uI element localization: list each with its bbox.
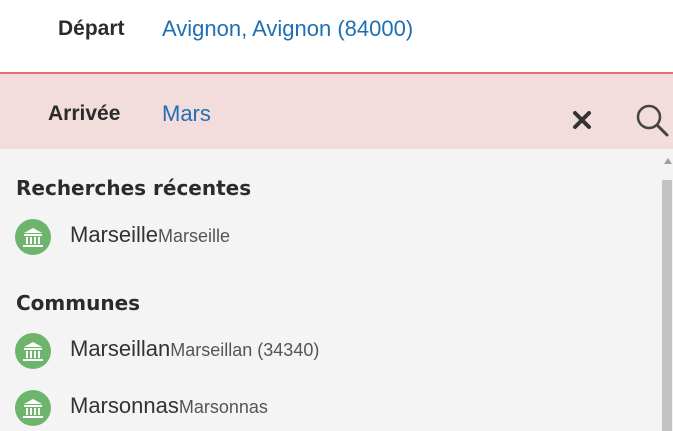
suggestion-name: MarseillanMarseillan (34340) — [70, 336, 320, 361]
suggestion-detail: Marseillan (34340) — [170, 340, 320, 360]
scrollbar-thumb[interactable] — [662, 180, 672, 431]
town-hall-icon — [15, 390, 51, 426]
list-item[interactable]: MarsonnasMarsonnas — [0, 383, 650, 431]
arrivee-label: Arrivée — [48, 102, 121, 125]
suggestion-name: MarseilleMarseille — [70, 222, 231, 247]
depart-field[interactable]: Départ Avignon, Avignon (84000) — [0, 0, 673, 72]
search-icon[interactable] — [634, 102, 670, 138]
communes-title: Communes — [16, 291, 141, 315]
town-hall-icon — [15, 333, 51, 369]
arrivee-field[interactable]: Arrivée — [0, 72, 673, 149]
suggestion-name: MarsonnasMarsonnas — [70, 393, 268, 418]
list-item[interactable]: MarseilleMarseille — [0, 212, 650, 260]
depart-label: Départ — [58, 17, 125, 40]
suggestions-dropdown: Recherches récentes MarseilleMarseille C… — [0, 149, 673, 431]
suggestion-detail: Marsonnas — [178, 397, 268, 417]
scroll-up-arrow-icon[interactable] — [664, 158, 672, 164]
recent-searches-title: Recherches récentes — [16, 176, 252, 200]
suggestion-detail: Marseille — [158, 226, 231, 246]
close-icon[interactable] — [570, 108, 594, 132]
depart-value[interactable]: Avignon, Avignon (84000) — [162, 16, 413, 42]
arrivee-input[interactable] — [162, 101, 542, 127]
town-hall-icon — [15, 219, 51, 255]
list-item[interactable]: MarseillanMarseillan (34340) — [0, 326, 650, 374]
